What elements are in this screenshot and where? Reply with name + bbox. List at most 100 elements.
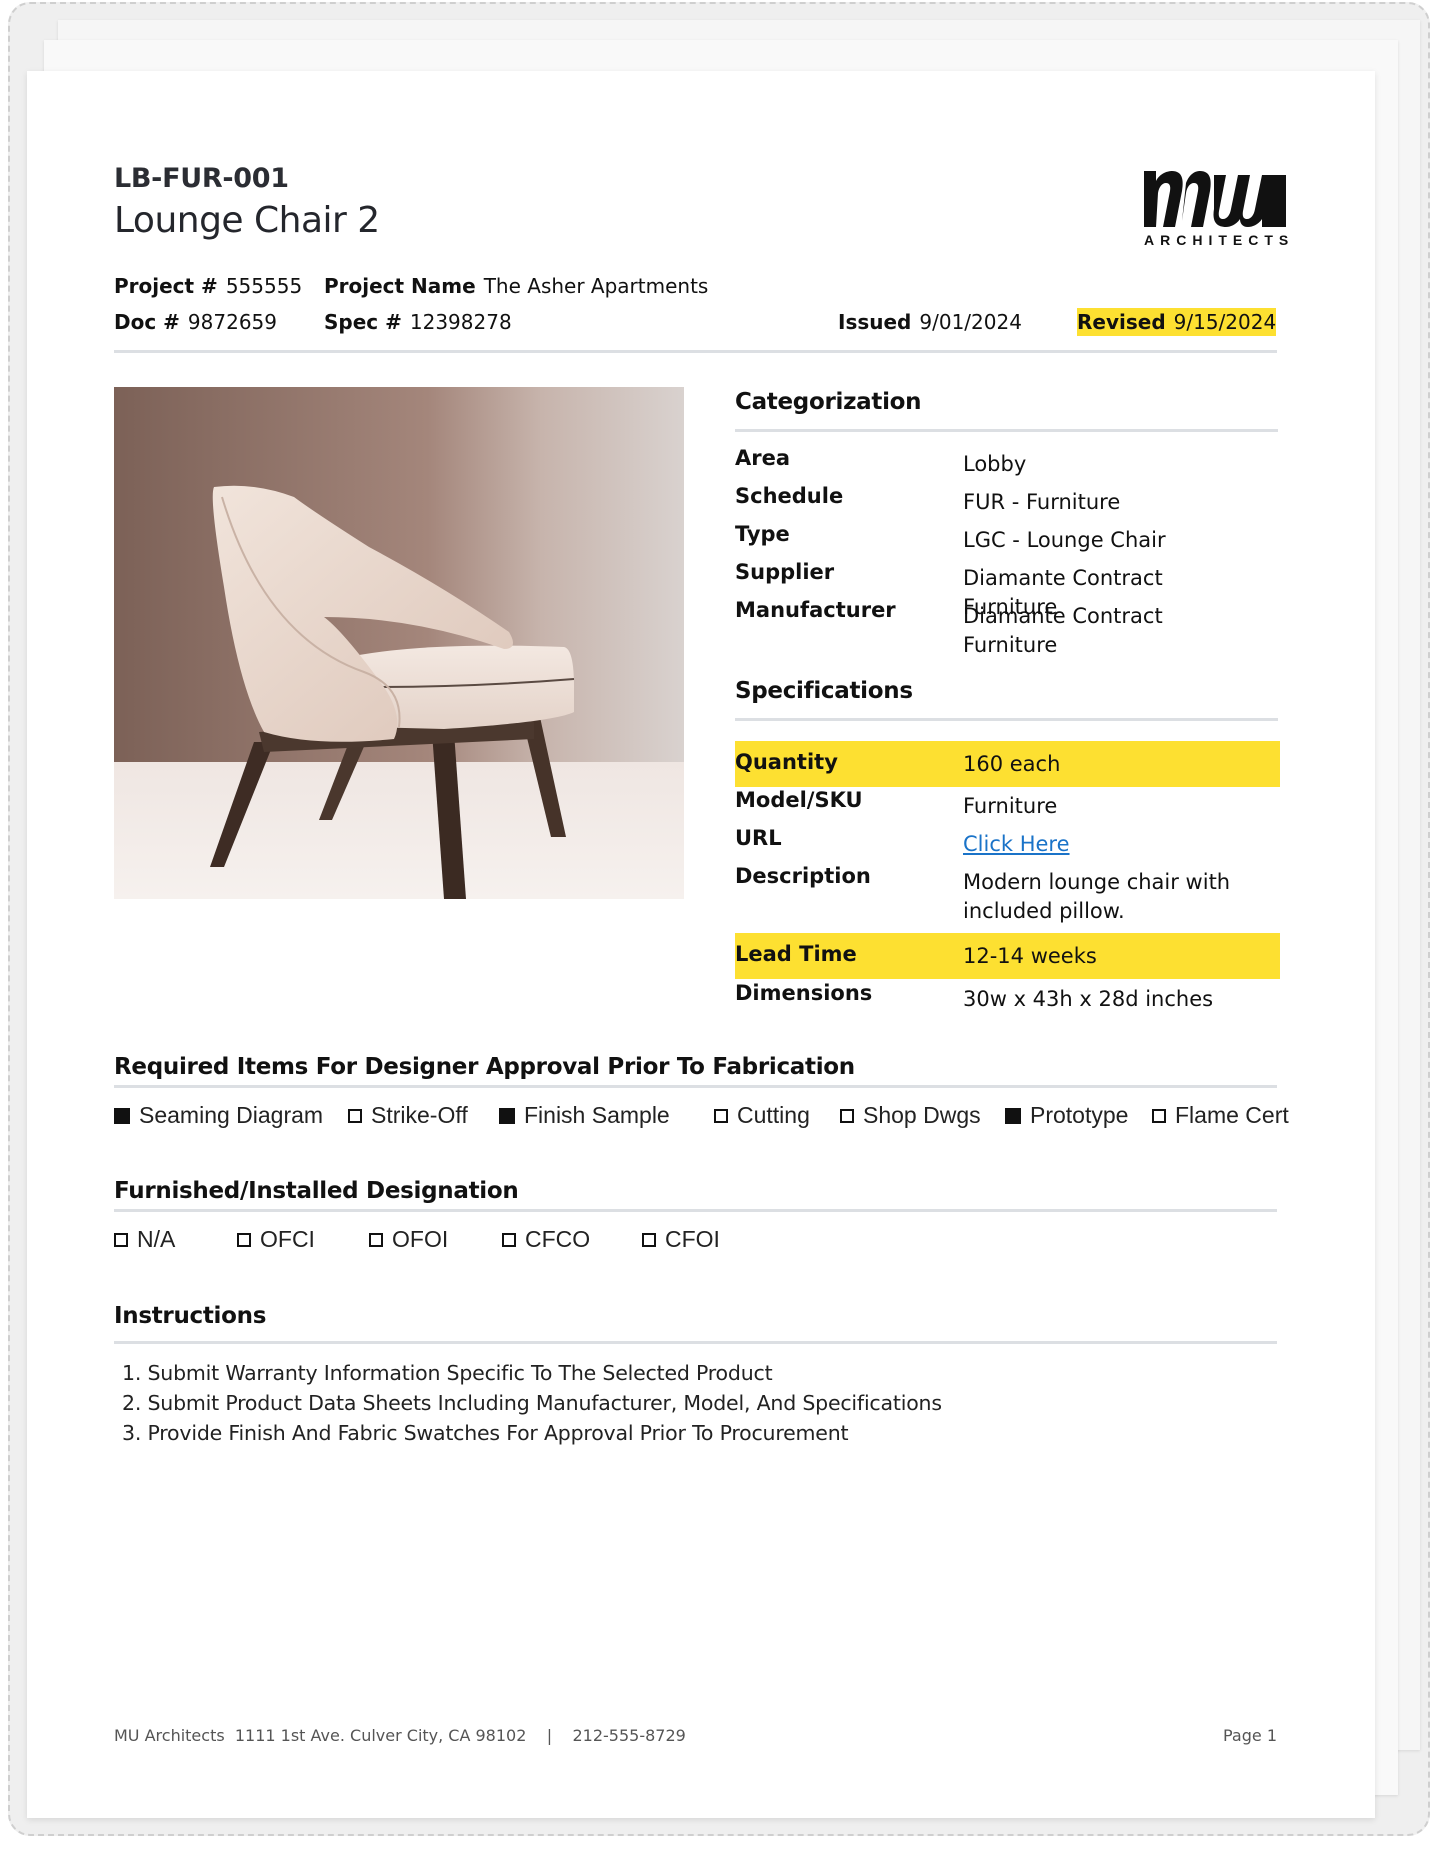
project-number-field: Project # 555555 (114, 274, 302, 298)
project-name-value: The Asher Apartments (483, 274, 709, 298)
checkbox-checked-icon (1005, 1107, 1021, 1124)
spec-row-lead-time: Lead Time 12-14 weeks (735, 933, 1280, 979)
checkbox-cfco[interactable]: CFCO (502, 1226, 590, 1253)
spec-number-value: 12398278 (409, 310, 512, 334)
doc-number-value: 9872659 (187, 310, 277, 334)
checkbox-label: Flame Cert (1175, 1102, 1289, 1128)
project-number-label: Project # (114, 274, 218, 298)
footer-address: MU Architects 1111 1st Ave. Culver City,… (114, 1726, 686, 1745)
required-items-divider (114, 1085, 1277, 1088)
designation-divider (114, 1209, 1277, 1212)
doc-number-label: Doc # (114, 310, 180, 334)
row-label: Schedule (735, 484, 844, 508)
footer-address-text: 1111 1st Ave. Culver City, CA 98102 (234, 1726, 527, 1745)
designation-heading: Furnished/Installed Designation (114, 1178, 519, 1204)
row-label: URL (735, 826, 782, 850)
revised-label: Revised (1077, 310, 1166, 334)
spec-row-description: Description Modern lounge chair with inc… (735, 864, 1280, 934)
footer-phone: 212-555-8729 (572, 1726, 686, 1745)
instructions-list: 1. Submit Warranty Information Specific … (114, 1361, 942, 1451)
checkbox-cfoi[interactable]: CFOI (642, 1226, 720, 1253)
spec-number-label: Spec # (324, 310, 402, 334)
spec-row-quantity: Quantity 160 each (735, 741, 1280, 787)
checkbox-label: Cutting (737, 1102, 810, 1128)
doc-number-field: Doc # 9872659 (114, 310, 277, 334)
document-title: Lounge Chair 2 (114, 200, 380, 241)
checkbox-na[interactable]: N/A (114, 1226, 175, 1253)
checkbox-unchecked-icon (642, 1232, 656, 1247)
checkbox-label: OFCI (260, 1226, 315, 1252)
row-label: Description (735, 864, 871, 888)
checkbox-unchecked-icon (714, 1108, 728, 1123)
checkbox-seaming-diagram[interactable]: Seaming Diagram (114, 1102, 323, 1129)
project-number-value: 555555 (225, 274, 303, 298)
instruction-item: 2. Submit Product Data Sheets Including … (122, 1391, 942, 1415)
row-value: LGC - Lounge Chair (963, 528, 1166, 552)
checkbox-label: CFOI (665, 1226, 720, 1252)
instruction-item: 3. Provide Finish And Fabric Swatches Fo… (122, 1421, 849, 1445)
checkbox-strike-off[interactable]: Strike-Off (348, 1102, 468, 1129)
checkbox-checked-icon (499, 1107, 515, 1124)
revised-date-field: Revised 9/15/2024 (1077, 308, 1277, 336)
row-label: Supplier (735, 560, 835, 584)
checkbox-unchecked-icon (840, 1108, 854, 1123)
checkbox-ofoi[interactable]: OFOI (369, 1226, 448, 1253)
product-url-link[interactable]: Click Here (963, 832, 1070, 856)
instructions-divider (114, 1341, 1277, 1344)
issued-date-field: Issued 9/01/2024 (838, 310, 1022, 334)
row-label: Lead Time (735, 942, 857, 966)
checkbox-label: Shop Dwgs (863, 1102, 981, 1128)
revised-value: 9/15/2024 (1173, 310, 1277, 334)
checkbox-label: OFOI (392, 1226, 449, 1252)
product-image (114, 387, 684, 899)
checkbox-shop-dwgs[interactable]: Shop Dwgs (840, 1102, 981, 1129)
instructions-heading: Instructions (114, 1303, 267, 1329)
checkbox-unchecked-icon (369, 1232, 383, 1247)
issued-value: 9/01/2024 (919, 310, 1022, 334)
footer-company: MU Architects (114, 1726, 225, 1745)
issued-label: Issued (838, 310, 912, 334)
checkbox-ofci[interactable]: OFCI (237, 1226, 315, 1253)
specifications-divider (735, 718, 1278, 721)
row-value: 12-14 weeks (963, 944, 1097, 968)
checkbox-flame-cert[interactable]: Flame Cert (1152, 1102, 1289, 1129)
checkbox-label: N/A (137, 1226, 176, 1252)
checkbox-checked-icon (114, 1107, 130, 1124)
checkbox-label: CFCO (525, 1226, 591, 1252)
checkbox-cutting[interactable]: Cutting (714, 1102, 810, 1129)
designation-checklist: N/A OFCI OFOI CFCO CFOI (114, 1226, 814, 1258)
checkbox-unchecked-icon (237, 1232, 251, 1247)
row-value: Diamante Contract Furniture (963, 604, 1163, 657)
footer-separator: | (546, 1726, 553, 1745)
row-label: Area (735, 446, 791, 470)
footer-page-number: Page 1 (1223, 1726, 1277, 1745)
categorization-row-manufacturer: Manufacturer Diamante Contract Furniture (735, 598, 1280, 657)
checkbox-label: Finish Sample (524, 1102, 670, 1128)
checkbox-prototype[interactable]: Prototype (1005, 1102, 1128, 1129)
spec-sheet-page: LB-FUR-001 Lounge Chair 2 ARCHITECTS Pro… (27, 71, 1375, 1818)
checkbox-label: Seaming Diagram (139, 1102, 324, 1128)
row-value: 30w x 43h x 28d inches (963, 987, 1214, 1011)
instruction-item: 1. Submit Warranty Information Specific … (122, 1361, 773, 1385)
spec-number-field: Spec # 12398278 (324, 310, 512, 334)
required-items-checklist: Seaming Diagram Strike-Off Finish Sample… (114, 1102, 1289, 1134)
row-label: Quantity (735, 750, 838, 774)
checkbox-unchecked-icon (114, 1232, 128, 1247)
row-value: Lobby (963, 452, 1027, 476)
row-value: 160 each (963, 752, 1061, 776)
row-label: Dimensions (735, 981, 873, 1005)
row-value: Modern lounge chair with included pillow… (963, 870, 1231, 923)
document-code: LB-FUR-001 (114, 163, 289, 194)
project-name-label: Project Name (324, 274, 476, 298)
required-items-heading: Required Items For Designer Approval Pri… (114, 1054, 855, 1080)
checkbox-unchecked-icon (1152, 1108, 1166, 1123)
row-value: Furniture (963, 794, 1058, 818)
row-value: FUR - Furniture (963, 490, 1121, 514)
checkbox-unchecked-icon (348, 1108, 362, 1123)
categorization-divider (735, 429, 1278, 432)
checkbox-finish-sample[interactable]: Finish Sample (499, 1102, 670, 1129)
categorization-heading: Categorization (735, 389, 922, 415)
checkbox-unchecked-icon (502, 1232, 516, 1247)
logo-subtitle: ARCHITECTS (1144, 232, 1295, 248)
checkbox-label: Prototype (1030, 1102, 1129, 1128)
